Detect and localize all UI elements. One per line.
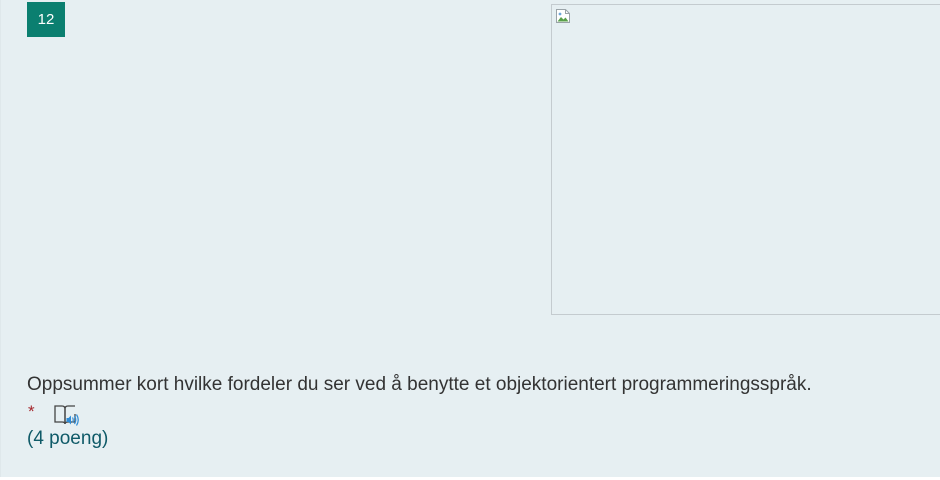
question-points: (4 poeng) [27, 428, 109, 449]
question-text: Oppsummer kort hvilke fordeler du ser ve… [27, 374, 812, 395]
question-card: 12 Oppsummer kort hvilke fordeler du ser… [0, 0, 940, 477]
question-number-badge: 12 [27, 2, 65, 37]
immersive-reader-icon[interactable] [53, 403, 81, 427]
broken-image-icon [556, 9, 570, 23]
required-marker: * [28, 402, 35, 421]
question-image [551, 4, 940, 315]
